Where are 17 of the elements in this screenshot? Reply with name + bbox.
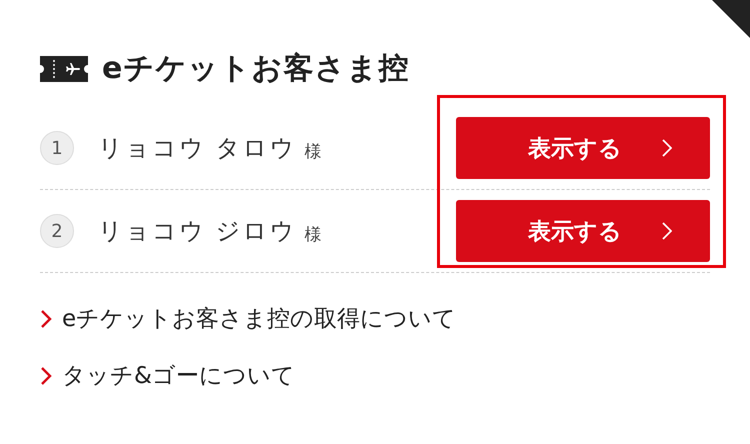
show-button[interactable]: 表示する: [456, 200, 710, 262]
show-button[interactable]: 表示する: [456, 117, 710, 179]
honorific: 様: [304, 224, 322, 246]
corner-triangle-icon: [712, 0, 750, 38]
passenger-number: 2: [40, 214, 74, 248]
passenger-number: 1: [40, 131, 74, 165]
chevron-right-icon: [662, 139, 672, 157]
passenger-name: リョコウ ジロウ: [98, 216, 297, 247]
info-link[interactable]: タッチ&ゴーについて: [62, 360, 295, 391]
page-title: eチケットお客さま控: [102, 50, 410, 88]
chevron-right-icon: [40, 308, 52, 328]
honorific: 様: [304, 140, 322, 162]
ticket-plane-icon: [40, 56, 88, 82]
passenger-name: リョコウ タロウ: [98, 133, 297, 164]
info-link[interactable]: eチケットお客さま控の取得について: [62, 303, 456, 334]
chevron-right-icon: [40, 366, 52, 386]
chevron-right-icon: [662, 222, 672, 240]
